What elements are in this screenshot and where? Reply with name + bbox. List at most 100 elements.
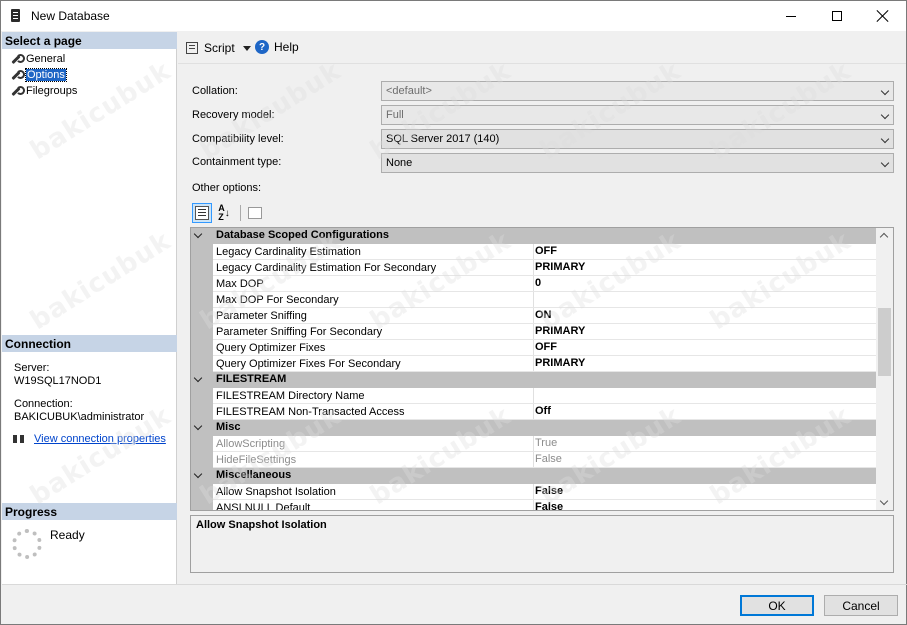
view-connection-properties-link[interactable]: View connection properties xyxy=(34,433,166,445)
grid-category-row[interactable]: Database Scoped Configurations xyxy=(191,228,877,244)
grid-category-name: Database Scoped Configurations xyxy=(216,229,389,241)
maximize-button[interactable] xyxy=(814,1,860,31)
page-item-filegroups[interactable]: Filegroups xyxy=(10,83,77,99)
close-icon xyxy=(877,10,889,22)
grid-column-divider[interactable] xyxy=(533,404,534,420)
grid-property-row[interactable]: Parameter Sniffing For Secondary PRIMARY xyxy=(191,324,877,340)
grid-column-divider[interactable] xyxy=(533,276,534,292)
grid-property-value[interactable]: Off xyxy=(535,405,551,417)
grid-property-value[interactable]: OFF xyxy=(535,341,557,353)
grid-property-row[interactable]: Query Optimizer Fixes OFF xyxy=(191,340,877,356)
help-label: Help xyxy=(274,40,299,54)
grid-property-row[interactable]: Parameter Sniffing ON xyxy=(191,308,877,324)
scrollbar-thumb[interactable] xyxy=(878,308,891,376)
grid-property-row[interactable]: Max DOP 0 xyxy=(191,276,877,292)
grid-property-row[interactable]: HideFileSettings False xyxy=(191,452,877,468)
grid-column-divider[interactable] xyxy=(533,244,534,260)
grid-property-value[interactable]: 0 xyxy=(535,277,541,289)
grid-property-row[interactable]: FILESTREAM Directory Name xyxy=(191,388,877,404)
grid-column-divider[interactable] xyxy=(533,500,534,510)
grid-property-value[interactable]: PRIMARY xyxy=(535,261,585,273)
help-icon: ? xyxy=(255,40,269,54)
cancel-button[interactable]: Cancel xyxy=(824,595,898,616)
page-label-options: Options xyxy=(25,68,67,82)
collapse-chevron-icon[interactable] xyxy=(193,469,203,479)
grid-property-row[interactable]: FILESTREAM Non-Transacted Access Off xyxy=(191,404,877,420)
page-item-options[interactable]: Options xyxy=(10,67,67,83)
grid-row-margin xyxy=(191,340,213,356)
alphabetical-button[interactable]: A Z ↓ xyxy=(214,203,234,223)
grid-property-row[interactable]: Max DOP For Secondary xyxy=(191,292,877,308)
grid-row-margin xyxy=(191,436,213,452)
grid-property-name: Query Optimizer Fixes xyxy=(216,342,326,354)
vertical-scrollbar[interactable] xyxy=(876,228,893,510)
grid-property-value[interactable]: OFF xyxy=(535,245,557,257)
grid-property-name: Legacy Cardinality Estimation For Second… xyxy=(216,262,437,274)
grid-column-divider[interactable] xyxy=(533,308,534,324)
grid-column-divider[interactable] xyxy=(533,452,534,468)
grid-property-row[interactable]: ANSI NULL Default False xyxy=(191,500,877,510)
script-label: Script xyxy=(204,41,235,55)
categorized-button[interactable] xyxy=(192,203,212,223)
grid-row-margin xyxy=(191,404,213,420)
grid-property-value[interactable]: ON xyxy=(535,309,552,321)
property-pages-icon xyxy=(248,207,262,219)
minimize-button[interactable] xyxy=(768,1,814,31)
connection-value: BAKICUBUK\administrator xyxy=(14,411,145,423)
script-button[interactable]: Script xyxy=(186,41,251,55)
grid-row-margin xyxy=(191,484,213,500)
description-title: Allow Snapshot Isolation xyxy=(196,519,327,531)
scroll-down-icon[interactable] xyxy=(879,496,889,506)
grid-column-divider[interactable] xyxy=(533,324,534,340)
close-button[interactable] xyxy=(860,1,906,31)
property-grid[interactable]: Database Scoped Configurations Legacy Car… xyxy=(190,227,894,511)
grid-column-divider[interactable] xyxy=(533,292,534,308)
progress-status: Ready xyxy=(50,528,85,542)
containment-type-dropdown[interactable]: None xyxy=(381,153,894,173)
grid-column-divider[interactable] xyxy=(533,484,534,500)
collation-value: <default> xyxy=(386,85,432,97)
grid-property-value[interactable]: PRIMARY xyxy=(535,325,585,337)
grid-category-row[interactable]: FILESTREAM xyxy=(191,372,877,388)
page-label-general: General xyxy=(26,53,66,65)
grid-property-row[interactable]: Query Optimizer Fixes For Secondary PRIMA… xyxy=(191,356,877,372)
grid-property-value[interactable]: True xyxy=(535,437,557,449)
ok-button[interactable]: OK xyxy=(740,595,814,616)
page-label-filegroups: Filegroups xyxy=(26,85,78,97)
grid-property-value[interactable]: False xyxy=(535,501,563,510)
collapse-chevron-icon[interactable] xyxy=(193,421,203,431)
grid-column-divider[interactable] xyxy=(533,356,534,372)
grid-category-row[interactable]: Misc xyxy=(191,420,877,436)
scroll-up-icon[interactable] xyxy=(879,232,889,242)
grid-property-value[interactable]: False xyxy=(535,485,563,497)
grid-property-name: FILESTREAM Non-Transacted Access xyxy=(216,406,405,418)
grid-property-row[interactable]: Legacy Cardinality Estimation For Second… xyxy=(191,260,877,276)
grid-column-divider[interactable] xyxy=(533,436,534,452)
recovery-model-dropdown[interactable]: Full xyxy=(381,105,894,125)
grid-property-row[interactable]: Legacy Cardinality Estimation OFF xyxy=(191,244,877,260)
grid-category-name: Misc xyxy=(216,421,241,433)
grid-property-row[interactable]: AllowScripting True xyxy=(191,436,877,452)
collation-dropdown[interactable]: <default> xyxy=(381,81,894,101)
grid-column-divider[interactable] xyxy=(533,260,534,276)
grid-column-divider[interactable] xyxy=(533,388,534,404)
grid-row-margin xyxy=(191,260,213,276)
footer-divider xyxy=(2,584,907,585)
property-pages-button[interactable] xyxy=(245,203,265,223)
collapse-chevron-icon[interactable] xyxy=(193,229,203,239)
chevron-down-icon[interactable] xyxy=(242,45,251,51)
compatibility-level-dropdown[interactable]: SQL Server 2017 (140) xyxy=(381,129,894,149)
grid-property-row[interactable]: Allow Snapshot Isolation False xyxy=(191,484,877,500)
collapse-chevron-icon[interactable] xyxy=(193,373,203,383)
grid-column-divider[interactable] xyxy=(533,340,534,356)
categorized-icon xyxy=(195,206,209,220)
grid-property-value[interactable]: PRIMARY xyxy=(535,357,585,369)
grid-row-margin xyxy=(191,324,213,340)
page-item-general[interactable]: General xyxy=(10,51,65,67)
grid-category-row[interactable]: Miscellaneous xyxy=(191,468,877,484)
grid-property-value[interactable]: False xyxy=(535,453,562,465)
sort-alphabetical-icon: AZ xyxy=(218,203,225,222)
title-bar: New Database xyxy=(1,1,906,31)
recovery-model-value: Full xyxy=(386,109,404,121)
help-button[interactable]: ? Help xyxy=(255,40,299,54)
